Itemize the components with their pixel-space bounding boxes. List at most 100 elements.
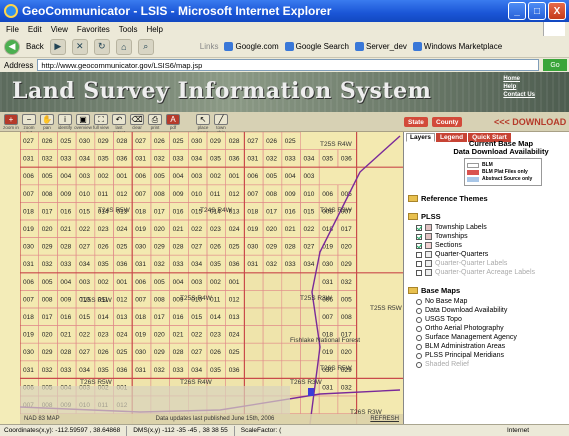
basemap-surface-mgmt[interactable]: Surface Management Agency	[416, 333, 517, 342]
menu-view[interactable]: View	[51, 25, 68, 34]
full-view-icon[interactable]: ⛶	[94, 114, 108, 125]
checkbox-icon[interactable]	[416, 233, 422, 240]
state-button[interactable]: State	[404, 117, 428, 127]
layer-qq-labels[interactable]: Quarter-Quarter Labels	[416, 259, 507, 268]
layer-qq-acreage[interactable]: Quarter-Quarter Acreage Labels	[416, 268, 535, 277]
maximize-button[interactable]: □	[528, 2, 546, 20]
section-number: 020	[42, 226, 53, 233]
basemap-meridians[interactable]: PLSS Principal Meridians	[416, 351, 504, 360]
clear-icon[interactable]: ⌫	[130, 114, 144, 125]
go-button[interactable]: Go	[543, 59, 567, 71]
minimize-button[interactable]: _	[508, 2, 526, 20]
back-arrow-icon[interactable]: ◀	[4, 38, 20, 55]
menu-file[interactable]: File	[6, 25, 19, 34]
radio-icon[interactable]	[416, 334, 422, 341]
status-bar: Coordinates(x,y): -112.59597 , 38.64868 …	[0, 424, 569, 436]
overview-icon[interactable]: ▣	[76, 114, 90, 125]
section-number: 036	[229, 261, 240, 268]
link-google[interactable]: Google.com	[224, 42, 279, 51]
radio-icon[interactable]	[416, 316, 422, 323]
section-number: 034	[79, 367, 90, 374]
radio-icon[interactable]	[416, 307, 422, 314]
stop-icon[interactable]: ✕	[71, 38, 88, 55]
layer-quarter-quarters[interactable]: Quarter-Quarters	[416, 250, 488, 259]
section-number: 010	[79, 191, 90, 198]
basemap-blm-admin[interactable]: BLM Administration Areas	[416, 342, 505, 351]
layer-townships[interactable]: Townships	[416, 232, 468, 241]
basemap-data-download[interactable]: Data Download Availability	[416, 306, 507, 315]
checkbox-icon[interactable]	[416, 260, 422, 267]
section-number: 023	[98, 226, 109, 233]
menu-favorites[interactable]: Favorites	[77, 25, 110, 34]
folder-icon	[408, 287, 418, 294]
section-number: 018	[135, 314, 146, 321]
basemap-usgs-topo[interactable]: USGS Topo	[416, 315, 462, 324]
print-icon[interactable]: ⎙	[148, 114, 162, 125]
radio-icon[interactable]	[416, 298, 422, 305]
pan-icon[interactable]: ✋	[40, 114, 54, 125]
layer-township-labels[interactable]: Township Labels	[416, 223, 487, 232]
township-icon[interactable]: ╱	[214, 114, 228, 125]
close-button[interactable]: X	[548, 2, 566, 20]
section-number: 024	[229, 332, 240, 339]
county-button[interactable]: County	[432, 117, 463, 127]
section-number: 029	[154, 244, 165, 251]
identify-icon[interactable]: i	[58, 114, 72, 125]
section-number: 027	[191, 349, 202, 356]
basemap-shaded-relief[interactable]: Shaded Relief	[416, 360, 469, 369]
back-button[interactable]: Back	[26, 42, 44, 51]
link-server-dev[interactable]: Server_dev	[355, 42, 407, 51]
link-windows-marketplace[interactable]: Windows Marketplace	[412, 42, 502, 51]
place-name-icon[interactable]: ↖	[196, 114, 210, 125]
tab-layers[interactable]: Layers	[406, 133, 435, 142]
section-number: 021	[285, 226, 296, 233]
zoom-out-icon[interactable]: −	[22, 114, 36, 125]
radio-icon[interactable]	[416, 352, 422, 359]
refresh-link[interactable]: REFRESH	[370, 416, 399, 422]
basemap-none[interactable]: No Base Map	[416, 297, 467, 306]
contact-us-link[interactable]: Contact Us	[503, 91, 535, 99]
section-number: 026	[154, 138, 165, 145]
map-canvas[interactable]: 027 026 025 030 029 028 027 026 025 030 029 028 027 0…	[20, 132, 403, 424]
zoom-in-icon[interactable]: +	[4, 114, 18, 125]
refresh-icon[interactable]: ↻	[93, 38, 110, 55]
section-number: 031	[23, 367, 34, 374]
layer-sections[interactable]: Sections	[416, 241, 462, 250]
layer-icon	[425, 233, 432, 240]
basemap-ortho[interactable]: Ortho Aerial Photography	[416, 324, 504, 333]
radio-icon[interactable]	[416, 361, 422, 368]
pdf-icon[interactable]: A	[166, 114, 180, 125]
section-number: 005	[42, 279, 53, 286]
home-link[interactable]: Home	[503, 75, 535, 83]
checkbox-icon[interactable]	[416, 269, 422, 276]
section-number: 019	[322, 349, 333, 356]
section-number: 031	[322, 384, 333, 391]
search-icon[interactable]: ⌕	[137, 38, 154, 55]
help-link[interactable]: Help	[503, 83, 535, 91]
forward-arrow-icon[interactable]: ▶	[49, 38, 66, 55]
download-link[interactable]: <<< DOWNLOAD	[494, 117, 566, 127]
link-google-search[interactable]: Google Search	[284, 42, 349, 51]
layer-icon	[425, 260, 432, 267]
township-label: T24S R3W	[320, 207, 353, 214]
menu-help[interactable]: Help	[146, 25, 162, 34]
radio-icon[interactable]	[416, 343, 422, 350]
plss-header[interactable]: PLSS	[408, 212, 441, 221]
checkbox-icon[interactable]	[416, 242, 422, 249]
checkbox-icon[interactable]	[416, 224, 422, 231]
checkbox-icon[interactable]	[416, 251, 422, 258]
home-icon[interactable]: ⌂	[115, 38, 132, 55]
reference-themes-header[interactable]: Reference Themes	[408, 194, 488, 203]
base-maps-header[interactable]: Base Maps	[408, 286, 460, 295]
section-number: 032	[266, 156, 277, 163]
last-extent-icon[interactable]: ↶	[112, 114, 126, 125]
section-number: 029	[42, 244, 53, 251]
menu-tools[interactable]: Tools	[119, 25, 138, 34]
section-number: 008	[42, 296, 53, 303]
radio-icon[interactable]	[416, 325, 422, 332]
address-input[interactable]: http://www.geocommunicator.gov/LSIS6/map…	[37, 59, 539, 71]
section-number: 025	[117, 244, 128, 251]
section-number: 030	[23, 244, 34, 251]
menu-edit[interactable]: Edit	[28, 25, 42, 34]
section-number: 025	[229, 349, 240, 356]
